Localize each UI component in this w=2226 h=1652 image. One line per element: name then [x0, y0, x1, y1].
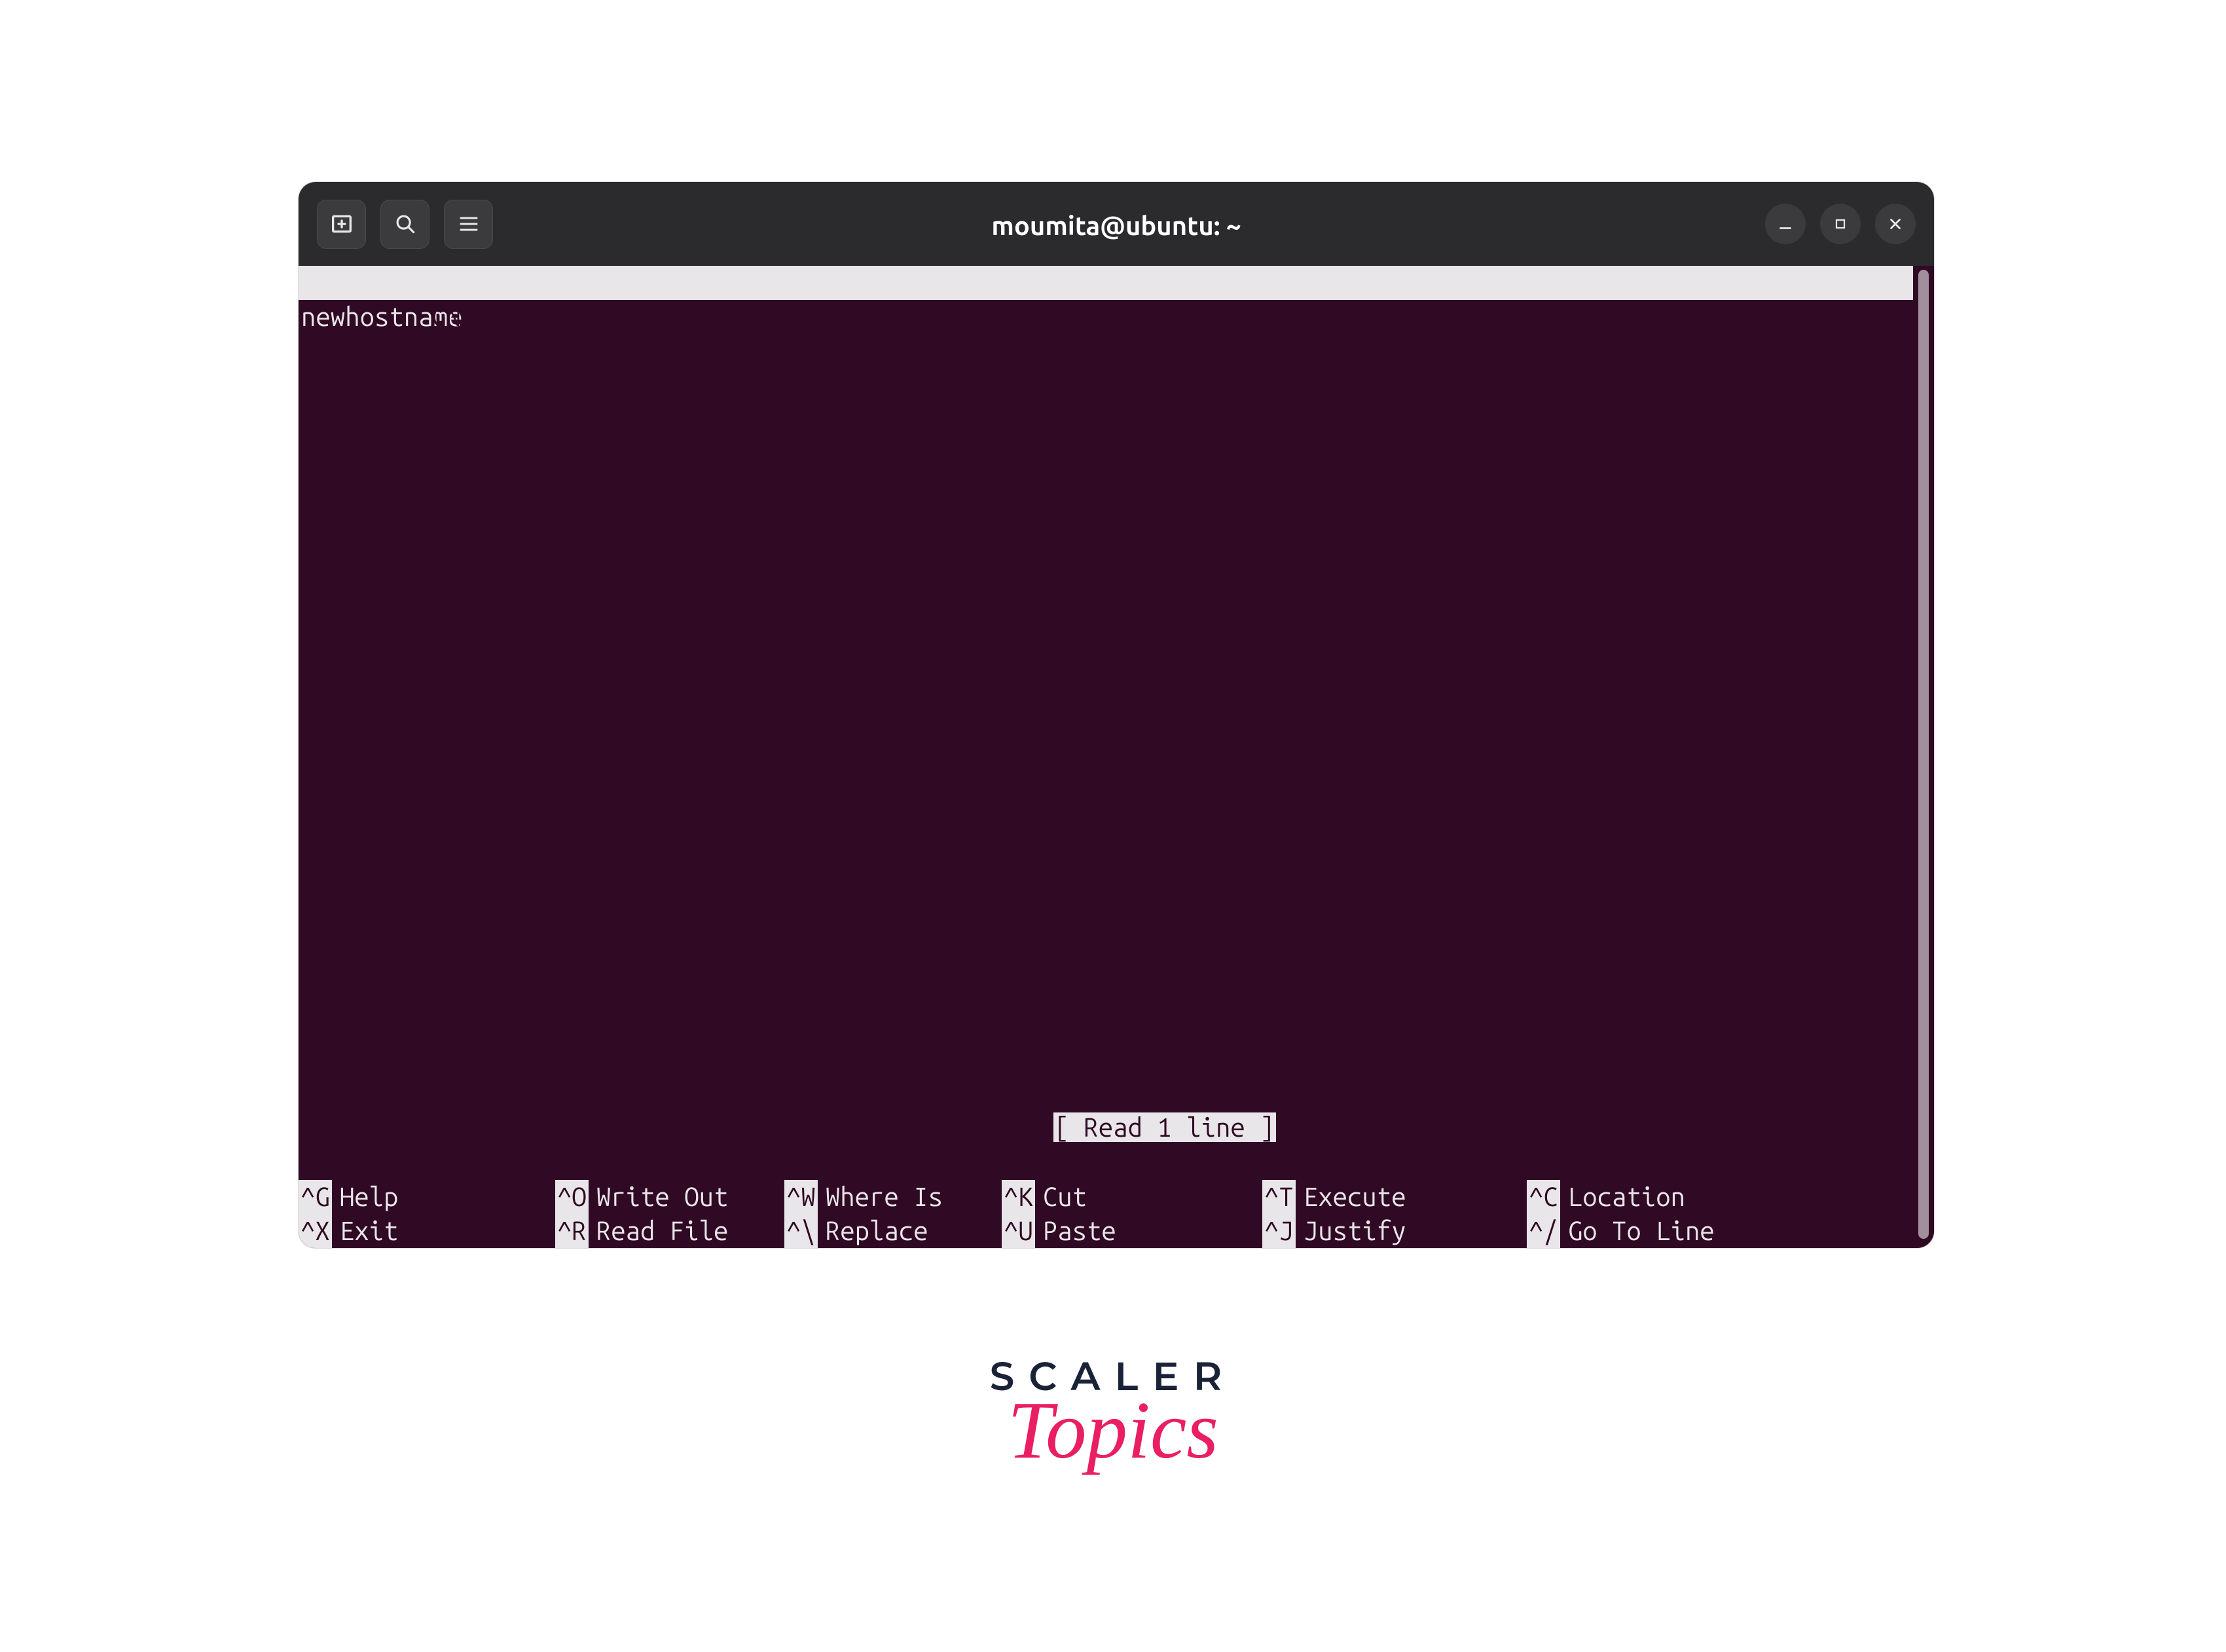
nano-shortcut-bar: ^GHelp ^OWrite Out ^WWhere Is ^KCut ^TEx…: [299, 1180, 1913, 1248]
terminal-window: moumita@ubuntu: ~: [299, 182, 1934, 1248]
nano-filename: /etc/hostname: [299, 334, 1913, 368]
nano-status-text: [ Read 1 line ]: [1053, 1112, 1276, 1142]
shortcut-read-file: ^RRead File: [555, 1214, 784, 1248]
shortcut-location: ^CLocation: [1527, 1180, 1802, 1214]
maximize-icon: [1833, 216, 1848, 232]
new-tab-icon: [329, 211, 355, 237]
nano-app-name: GNU nano 6.2: [431, 302, 608, 331]
terminal-content[interactable]: GNU nano 6.2 /etc/hostname newhostname […: [299, 266, 1913, 1248]
shortcut-go-to-line: ^/Go To Line: [1527, 1214, 1802, 1248]
close-button[interactable]: [1875, 204, 1916, 244]
branding-line2: Topics: [990, 1384, 1237, 1478]
search-icon: [393, 211, 418, 236]
nano-titlebar: GNU nano 6.2 /etc/hostname: [299, 266, 1913, 300]
titlebar-left-controls: [317, 200, 366, 249]
minimize-icon: [1777, 215, 1794, 232]
titlebar: moumita@ubuntu: ~: [299, 182, 1934, 266]
new-tab-button[interactable]: [317, 200, 366, 249]
shortcut-write-out: ^OWrite Out: [555, 1180, 784, 1214]
minimize-button[interactable]: [1765, 204, 1806, 244]
shortcut-row-1: ^GHelp ^OWrite Out ^WWhere Is ^KCut ^TEx…: [299, 1180, 1913, 1214]
scrollbar[interactable]: [1913, 266, 1934, 1248]
close-icon: [1887, 215, 1904, 232]
shortcut-row-2: ^XExit ^RRead File ^\Replace ^UPaste ^JJ…: [299, 1214, 1913, 1248]
shortcut-exit: ^XExit: [299, 1214, 555, 1248]
shortcut-help: ^GHelp: [299, 1180, 555, 1214]
branding-logo: SCALER Topics: [990, 1353, 1237, 1478]
search-button[interactable]: [380, 200, 429, 249]
maximize-button[interactable]: [1820, 204, 1861, 244]
shortcut-cut: ^KCut: [1002, 1180, 1262, 1214]
terminal-body: GNU nano 6.2 /etc/hostname newhostname […: [299, 266, 1934, 1248]
window-title: moumita@ubuntu: ~: [299, 211, 1934, 240]
shortcut-paste: ^UPaste: [1002, 1214, 1262, 1248]
nano-status-line: [ Read 1 line ]: [299, 1076, 1913, 1180]
shortcut-where-is: ^WWhere Is: [784, 1180, 1002, 1214]
shortcut-execute: ^TExecute: [1262, 1180, 1527, 1214]
hamburger-icon: [457, 212, 481, 236]
scrollbar-thumb[interactable]: [1918, 270, 1929, 1239]
shortcut-replace: ^\Replace: [784, 1214, 1002, 1248]
menu-button[interactable]: [444, 200, 493, 249]
shortcut-justify: ^JJustify: [1262, 1214, 1527, 1248]
